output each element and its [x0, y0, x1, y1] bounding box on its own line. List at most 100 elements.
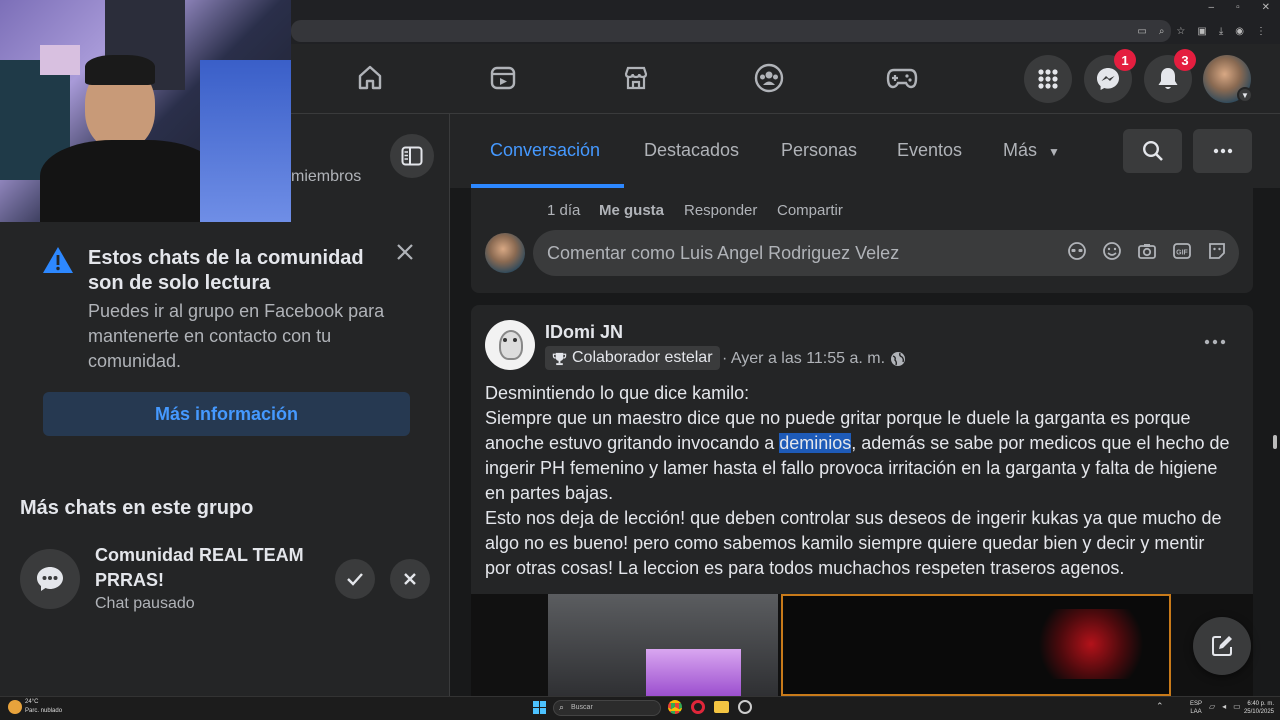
post-line1: Desmintiendo lo que dice kamilo:	[485, 383, 750, 403]
accept-chat-button[interactable]	[335, 559, 375, 599]
sticker-icon[interactable]	[1207, 241, 1227, 261]
menu-kebab-icon[interactable]: ⋮	[1256, 26, 1266, 37]
settings-app-icon[interactable]	[738, 700, 752, 714]
webcam-overlay	[0, 0, 291, 222]
more-chats-heading: Más chats en este grupo	[20, 497, 254, 519]
more-info-button[interactable]: Más información	[43, 392, 410, 436]
comment-time: 1 día	[547, 202, 581, 219]
trophy-icon	[552, 352, 567, 365]
window-controls: – ▫ ✕	[1209, 2, 1271, 13]
tab-more[interactable]: Más ▼	[1003, 140, 1060, 161]
messenger-badge: 1	[1114, 49, 1136, 71]
search-button[interactable]	[1123, 129, 1182, 173]
post-options-button[interactable]	[1200, 330, 1230, 354]
close-icon	[404, 573, 416, 585]
svg-text:GIF: GIF	[1176, 250, 1188, 257]
clock-date: 25/10/2025	[1243, 709, 1274, 715]
ellipsis-icon	[1213, 148, 1232, 154]
chrome-app-icon[interactable]	[668, 700, 682, 714]
groups-icon[interactable]	[749, 58, 789, 98]
chat-status: Chat pausado	[95, 595, 195, 612]
taskbar-search-placeholder: Buscar	[571, 704, 593, 711]
extensions-icon[interactable]: ▣	[1197, 26, 1206, 37]
close-notice-button[interactable]	[392, 239, 418, 265]
chevron-up-icon[interactable]: ⌃	[1156, 701, 1164, 712]
notifications-badge: 3	[1174, 49, 1196, 71]
zoom-icon[interactable]: ⌕	[1159, 26, 1165, 37]
lang-layout: LAA	[1190, 709, 1202, 715]
profile-icon[interactable]: ◉	[1235, 26, 1244, 37]
clock[interactable]: 6:40 p. m. 25/10/2025	[1240, 700, 1274, 716]
close-icon	[397, 244, 413, 260]
close-window-icon[interactable]: ✕	[1262, 2, 1270, 13]
tab-featured[interactable]: Destacados	[644, 140, 739, 161]
readonly-title: Estos chats de la comunidad son de solo …	[88, 247, 364, 294]
caret-down-icon: ▼	[1048, 145, 1060, 159]
cast-icon[interactable]: ▭	[1137, 26, 1146, 37]
tab-events[interactable]: Eventos	[897, 140, 962, 161]
address-icons: ▭ ⌕ ☆ ▣ ⤓ ◉ ⋮	[1137, 26, 1266, 37]
globe-icon	[890, 351, 906, 372]
more-options-button[interactable]	[1193, 129, 1252, 173]
readonly-body: Puedes ir al grupo en Facebook para mant…	[88, 301, 385, 371]
warning-icon	[42, 246, 74, 279]
profile-avatar[interactable]: ▼	[1203, 55, 1253, 103]
post-paragraph-1: Siempre que un maestro dice que no puede…	[485, 406, 1235, 506]
emoji-icon[interactable]	[1102, 241, 1122, 261]
more-info-label: Más información	[154, 403, 299, 424]
search-icon: ⌕	[559, 702, 565, 712]
sidebar-toggle-icon	[401, 146, 423, 166]
post-time[interactable]: · Ayer a las 11:55 a. m. ·	[722, 350, 895, 368]
video-icon[interactable]	[483, 58, 523, 98]
badge-label: Colaborador estelar	[572, 349, 713, 366]
download-icon[interactable]: ⤓	[1219, 26, 1223, 37]
chat-avatar[interactable]	[20, 549, 80, 609]
menu-grid-button[interactable]	[1024, 55, 1072, 103]
start-button[interactable]	[533, 701, 546, 714]
collapse-panel-button[interactable]	[390, 134, 434, 178]
notifications-button[interactable]: 3	[1144, 49, 1196, 103]
folder-app-icon[interactable]	[714, 701, 729, 713]
home-icon[interactable]	[350, 58, 390, 98]
contributor-badge[interactable]: Colaborador estelar	[545, 346, 720, 370]
decline-chat-button[interactable]	[390, 559, 430, 599]
address-bar[interactable]	[291, 20, 1171, 42]
taskbar-search[interactable]: ⌕ Buscar	[553, 700, 661, 716]
tray-icons: ⌃	[1156, 701, 1164, 712]
camera-icon[interactable]	[1137, 241, 1157, 261]
chat-name[interactable]: Comunidad REAL TEAM PRRAS!	[95, 543, 320, 593]
search-icon	[1142, 140, 1163, 161]
minimize-icon[interactable]: –	[1209, 2, 1215, 13]
tab-people[interactable]: Personas	[781, 140, 857, 161]
gaming-icon[interactable]	[882, 58, 922, 98]
post-paragraph-2: Esto nos deja de lección! que deben cont…	[485, 508, 1222, 578]
like-comment-link[interactable]: Me gusta	[599, 202, 664, 219]
compose-icon	[1212, 636, 1232, 656]
marketplace-icon[interactable]	[616, 58, 656, 98]
share-comment-link[interactable]: Compartir	[777, 202, 843, 219]
author-avatar[interactable]	[485, 320, 535, 370]
weather-icon[interactable]	[8, 700, 22, 714]
opera-app-icon[interactable]	[691, 700, 705, 714]
gif-icon[interactable]: GIF	[1172, 241, 1192, 261]
lang-indicator[interactable]: ESP LAA	[1190, 700, 1202, 716]
chevron-down-icon: ▼	[1237, 87, 1253, 103]
system-tray[interactable]: ▱ ◂ ▭	[1209, 702, 1241, 711]
taskbar-apps	[668, 700, 752, 714]
chat-bubble-icon	[37, 567, 63, 591]
restore-icon[interactable]: ▫	[1236, 2, 1240, 13]
post-author[interactable]: IDomi JN	[545, 322, 623, 343]
messenger-icon	[1097, 68, 1119, 90]
new-message-button[interactable]	[1193, 617, 1251, 675]
star-icon[interactable]: ☆	[1176, 26, 1185, 37]
post-image[interactable]	[471, 594, 1253, 696]
comment-input[interactable]: Comentar como Luis Angel Rodriguez Velez…	[533, 230, 1239, 276]
tab-conversation[interactable]: Conversación	[490, 140, 600, 161]
tab-more-label: Más	[1003, 140, 1038, 160]
messenger-button[interactable]: 1	[1084, 49, 1136, 103]
windows-icon	[533, 701, 546, 714]
avatar-sticker-icon[interactable]	[1067, 241, 1087, 261]
comment-placeholder: Comentar como Luis Angel Rodriguez Velez	[547, 243, 900, 263]
reply-comment-link[interactable]: Responder	[684, 202, 757, 219]
scrollbar-thumb[interactable]	[1273, 435, 1277, 449]
